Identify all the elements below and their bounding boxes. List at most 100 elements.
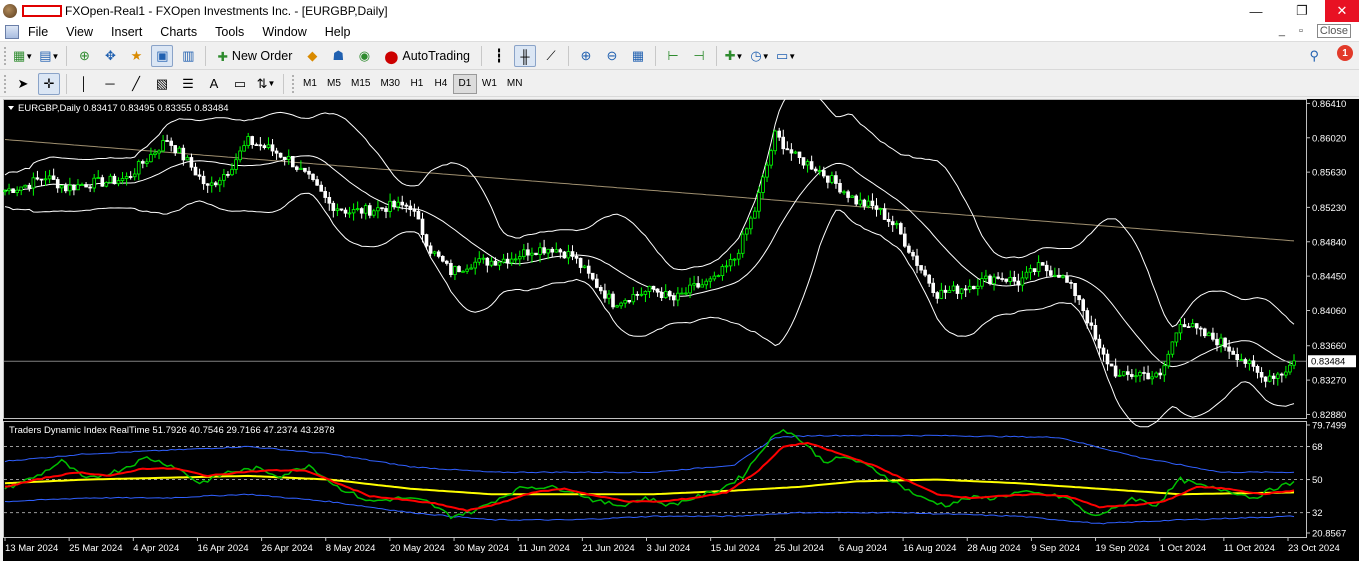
maximize-button[interactable]: ❐ (1279, 0, 1325, 22)
experts-button[interactable]: ☗ (327, 45, 349, 67)
timeframe-m5[interactable]: M5 (322, 74, 346, 94)
market-watch-button[interactable]: ⊕ (73, 45, 95, 67)
candle-body (745, 228, 749, 235)
candle-body (1008, 276, 1012, 282)
toolbar-grip[interactable] (292, 74, 295, 93)
timeframe-mn[interactable]: MN (502, 74, 528, 94)
periods-button[interactable]: ◷ ▼ (749, 45, 771, 67)
trendline-button[interactable]: ╱ (125, 73, 147, 95)
close-button[interactable]: ✕ (1325, 0, 1359, 22)
candle-body (363, 205, 368, 214)
timeframe-h1[interactable]: H1 (405, 74, 429, 94)
navigator-button[interactable]: ★ (125, 45, 147, 67)
candle-body (1203, 328, 1207, 337)
timeframe-d1[interactable]: D1 (452, 73, 477, 94)
candle-body (136, 161, 141, 175)
new-order-label: New Order (231, 49, 293, 63)
bar-chart-button[interactable]: ┇ (488, 45, 510, 67)
menu-insert[interactable]: Insert (102, 25, 151, 39)
vertical-line-button[interactable]: │ (73, 73, 95, 95)
chart-window[interactable]: EURGBP,Daily 0.83417 0.83495 0.83355 0.8… (3, 84, 1359, 561)
zoom-out-button[interactable]: ⊖ (601, 45, 623, 67)
label-tool-button[interactable]: ▭ (229, 73, 251, 95)
metaeditor-button[interactable]: ◆ (301, 45, 323, 67)
candle-body (1117, 374, 1122, 377)
candle-body (611, 293, 615, 308)
time-axis-label: 11 Oct 2024 (1224, 543, 1275, 554)
candle-body (209, 182, 214, 186)
strategy-tester-button[interactable]: ▥ (177, 45, 199, 67)
menu-charts[interactable]: Charts (151, 25, 206, 39)
indicator-axis-label: 68 (1312, 442, 1323, 453)
candle-body (161, 140, 165, 152)
menu-file[interactable]: File (19, 25, 57, 39)
candle-body (736, 252, 741, 260)
templates-button[interactable]: ▭ ▼ (775, 45, 797, 67)
signals-button[interactable]: ◉ (353, 45, 375, 67)
auto-scroll-button[interactable]: ⊢ (662, 45, 684, 67)
candle-body (1162, 365, 1167, 376)
auto-trading-button[interactable]: ⬤ AutoTrading (379, 45, 475, 67)
menu-window[interactable]: Window (253, 25, 315, 39)
text-tool-label: A (209, 76, 219, 91)
indicators-button[interactable]: ✚ ▼ (723, 45, 745, 67)
search-icon[interactable]: ⚲ (1309, 48, 1319, 64)
timeframe-w1[interactable]: W1 (477, 74, 502, 94)
timeframe-m15[interactable]: M15 (346, 74, 375, 94)
terminal-button[interactable]: ▣ (151, 45, 174, 67)
candle-body (1053, 274, 1057, 277)
menu-tools[interactable]: Tools (206, 25, 253, 39)
notification-badge[interactable]: 1 (1337, 45, 1353, 61)
candle-body (1166, 353, 1171, 367)
candle-body (254, 144, 259, 146)
arrows-button[interactable]: ⇅ ▼ (255, 73, 277, 95)
timeframe-m30[interactable]: M30 (375, 74, 404, 94)
candle-body (250, 136, 255, 146)
chart-window-icon[interactable] (5, 24, 19, 39)
toolbar-grip[interactable] (4, 74, 7, 93)
data-window-button[interactable]: ✥ (99, 45, 121, 67)
profiles-button[interactable]: ▤ ▼ (38, 45, 60, 67)
new-chart-button[interactable]: ▦ ▼ (12, 45, 34, 67)
line-chart-button[interactable]: ⟋ (540, 45, 562, 67)
candle-body (234, 159, 238, 170)
candle-body (967, 285, 972, 290)
candle-body (1186, 326, 1191, 329)
candlestick-button[interactable]: ╫ (514, 45, 536, 67)
tdi-upper-band (4, 434, 1295, 474)
text-tool-button[interactable]: A (203, 73, 225, 95)
candlestick-icon: ╫ (520, 48, 530, 64)
candle-body (651, 285, 656, 290)
candle-body (777, 130, 781, 138)
candle-body (351, 209, 356, 214)
fibonacci-button[interactable]: ☰ (177, 73, 199, 95)
new-order-button[interactable]: ✚ New Order (212, 45, 297, 67)
candle-body (230, 168, 234, 176)
tile-windows-button[interactable]: ▦ (627, 45, 649, 67)
cursor-tool-button[interactable]: ➤ (12, 73, 34, 95)
toolbar-grip[interactable] (4, 47, 7, 65)
mdi-restore-button[interactable]: ▫ (1299, 25, 1303, 37)
candle-body (1280, 373, 1284, 376)
chart-shift-button[interactable]: ⊣ (688, 45, 710, 67)
candle-body (562, 251, 567, 259)
timeframe-m1[interactable]: M1 (298, 74, 322, 94)
crosshair-tool-button[interactable]: ✛ (38, 72, 60, 95)
zoom-in-button[interactable]: ⊕ (575, 45, 597, 67)
minimize-button[interactable]: — (1233, 0, 1279, 22)
horizontal-line-button[interactable]: ─ (99, 73, 121, 95)
mdi-close-button[interactable]: Close (1316, 24, 1351, 38)
timeframe-h4[interactable]: H4 (429, 74, 453, 94)
candle-body (469, 267, 473, 270)
candle-body (440, 255, 445, 262)
time-axis-label: 11 Jun 2024 (518, 543, 570, 554)
candle-body (1130, 374, 1134, 377)
menu-view[interactable]: View (57, 25, 102, 39)
candle-body (1065, 275, 1069, 283)
price-chart[interactable]: EURGBP,Daily 0.83417 0.83495 0.83355 0.8… (3, 84, 1359, 561)
menu-help[interactable]: Help (316, 25, 360, 39)
mdi-minimize-button[interactable]: _ (1279, 25, 1285, 37)
equidistant-channel-button[interactable]: ▧ (151, 73, 173, 95)
candle-body (623, 299, 627, 304)
crosshair-icon: ✛ (43, 75, 55, 91)
